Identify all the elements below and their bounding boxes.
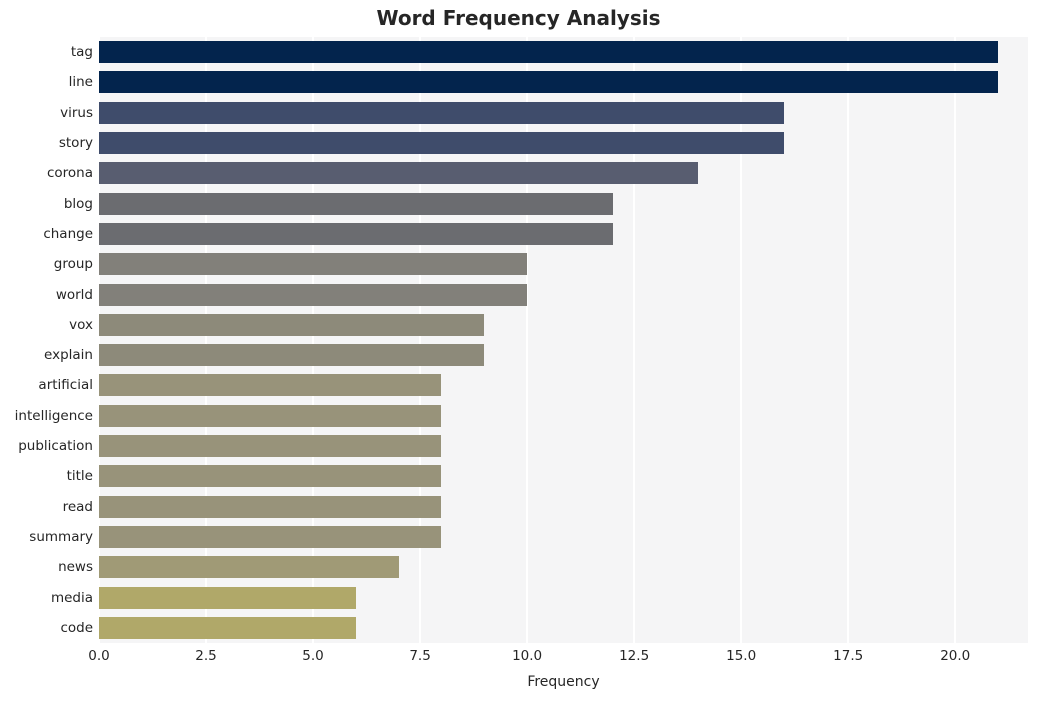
x-tick-label-2.5: 2.5 bbox=[195, 648, 217, 664]
bar-media[interactable] bbox=[99, 586, 356, 609]
x-tick-label-0.0: 0.0 bbox=[88, 648, 110, 664]
x-tick-label-17.5: 17.5 bbox=[833, 648, 864, 664]
y-tick-label-media: media bbox=[50, 589, 93, 606]
y-tick-label-tag: tag bbox=[70, 44, 93, 61]
chart-figure: Word Frequency Analysis tag line virus stor… bbox=[0, 0, 1037, 701]
y-tick-label-group: group bbox=[53, 256, 93, 273]
bar-artificial[interactable] bbox=[99, 374, 442, 397]
bar-summary[interactable] bbox=[99, 525, 442, 548]
y-tick-label-corona: corona bbox=[46, 165, 93, 182]
y-tick-label-explain: explain bbox=[44, 347, 93, 364]
y-tick-label-change: change bbox=[43, 225, 93, 242]
bar-change[interactable] bbox=[99, 222, 613, 245]
x-tick-label-12.5: 12.5 bbox=[619, 648, 650, 664]
y-tick-label-artificial: artificial bbox=[38, 377, 93, 394]
bars-layer bbox=[99, 37, 1028, 643]
y-tick-label-vox: vox bbox=[69, 316, 93, 333]
x-axis-tick-labels: 0.0 2.5 5.0 7.5 10.0 12.5 15.0 17.5 20.0 bbox=[0, 648, 1037, 668]
y-axis-tick-labels: tag line virus story corona blog change group wo… bbox=[0, 37, 93, 643]
y-tick-label-read: read bbox=[62, 498, 93, 515]
bar-tag[interactable] bbox=[99, 41, 999, 64]
y-tick-label-news: news bbox=[58, 559, 93, 576]
bar-code[interactable] bbox=[99, 616, 356, 639]
y-tick-label-line: line bbox=[68, 74, 93, 91]
x-tick-label-15.0: 15.0 bbox=[726, 648, 757, 664]
bar-world[interactable] bbox=[99, 283, 528, 306]
bar-virus[interactable] bbox=[99, 101, 784, 124]
y-tick-label-code: code bbox=[60, 619, 93, 636]
x-tick-label-5.0: 5.0 bbox=[302, 648, 324, 664]
bar-blog[interactable] bbox=[99, 192, 613, 215]
x-tick-label-10.0: 10.0 bbox=[512, 648, 543, 664]
bar-title[interactable] bbox=[99, 465, 442, 488]
bar-news[interactable] bbox=[99, 556, 399, 579]
y-tick-label-intelligence: intelligence bbox=[14, 407, 93, 424]
x-tick-label-20.0: 20.0 bbox=[940, 648, 971, 664]
bar-story[interactable] bbox=[99, 132, 784, 155]
y-tick-label-blog: blog bbox=[63, 195, 93, 212]
bar-line[interactable] bbox=[99, 71, 999, 94]
bar-publication[interactable] bbox=[99, 435, 442, 458]
bar-explain[interactable] bbox=[99, 344, 485, 367]
y-tick-label-story: story bbox=[58, 135, 93, 152]
y-tick-label-publication: publication bbox=[18, 438, 93, 455]
y-tick-label-summary: summary bbox=[29, 528, 93, 545]
x-tick-label-7.5: 7.5 bbox=[409, 648, 431, 664]
x-axis-label: Frequency bbox=[527, 674, 600, 690]
bar-group[interactable] bbox=[99, 253, 528, 276]
plot-area bbox=[98, 37, 1028, 643]
bar-corona[interactable] bbox=[99, 162, 699, 185]
chart-title: Word Frequency Analysis bbox=[376, 6, 661, 30]
y-tick-label-world: world bbox=[55, 286, 93, 303]
y-tick-label-title: title bbox=[66, 468, 93, 485]
bar-read[interactable] bbox=[99, 495, 442, 518]
y-tick-label-virus: virus bbox=[60, 104, 93, 121]
bar-vox[interactable] bbox=[99, 313, 485, 336]
bar-intelligence[interactable] bbox=[99, 404, 442, 427]
